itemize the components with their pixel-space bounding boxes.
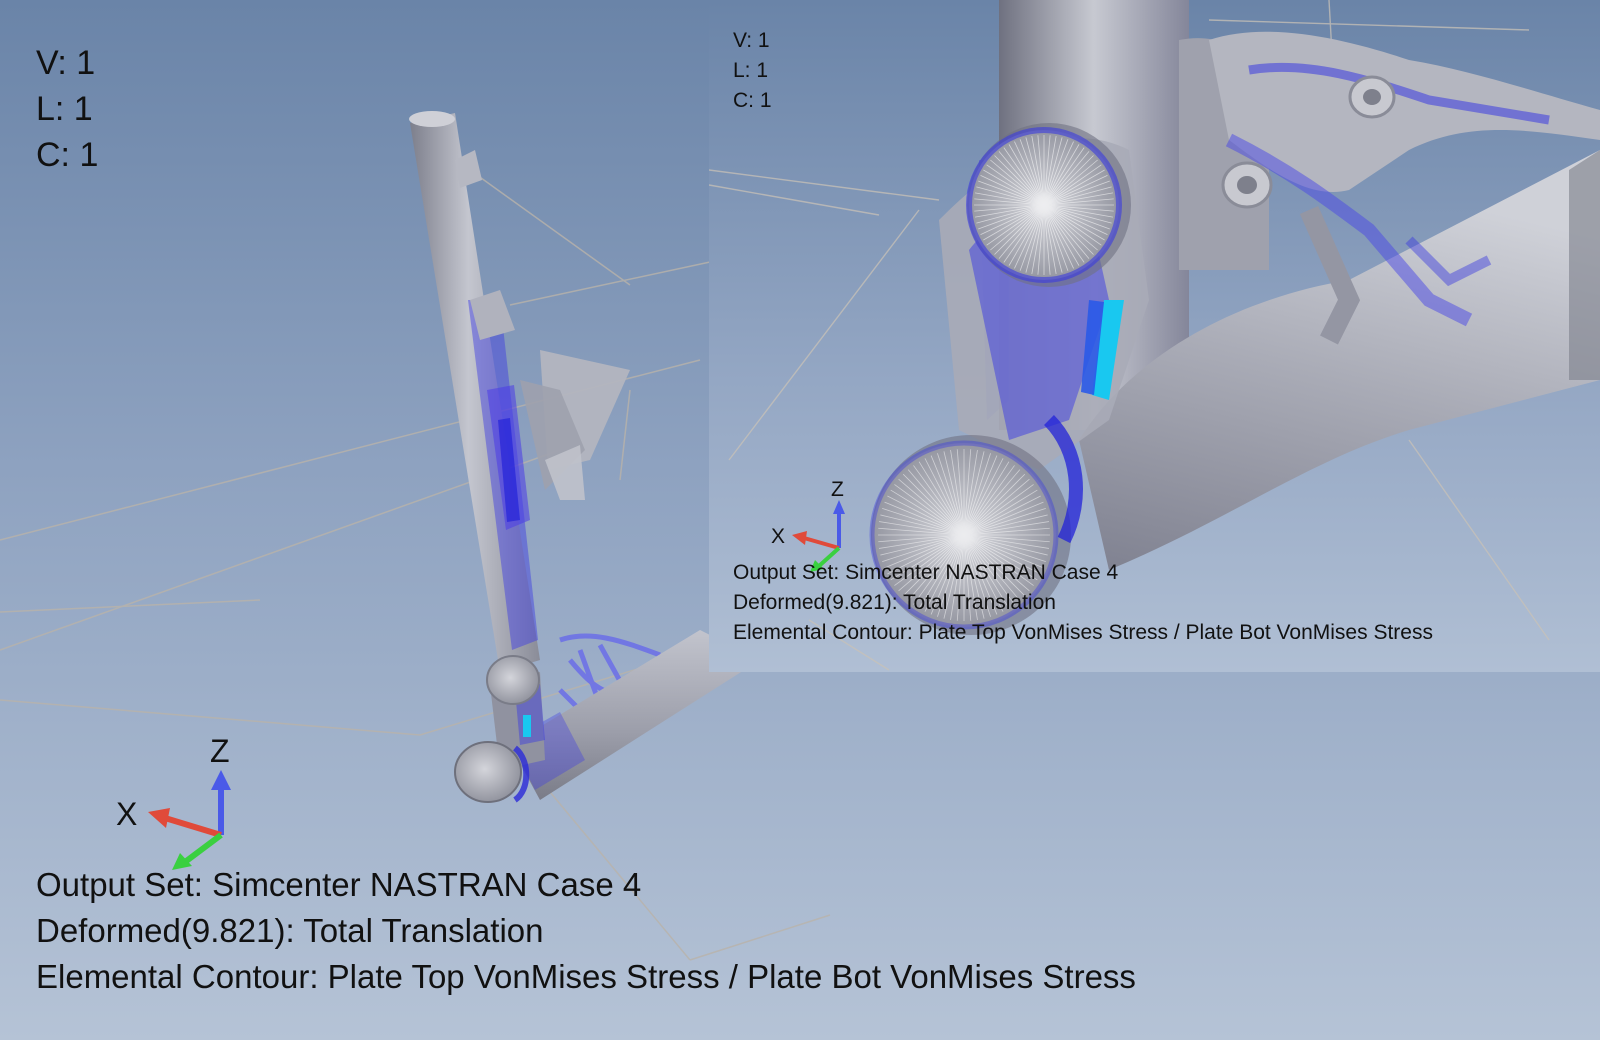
inset-deformed-label: Deformed(9.821): Total Translation: [733, 591, 1056, 614]
view-layer-csys-readout: V: 1 L: 1 C: 1: [36, 40, 98, 178]
inset-triad-z-label: Z: [831, 478, 844, 501]
triad-z-label: Z: [210, 733, 230, 769]
inset-view-number: V: 1: [733, 29, 770, 52]
inset-contour-label: Elemental Contour: Plate Top VonMises St…: [733, 621, 1433, 644]
post-info-block: Output Set: Simcenter NASTRAN Case 4 Def…: [36, 862, 1136, 1000]
coordinate-triad: Z X: [116, 733, 231, 870]
view-number: V: 1: [36, 44, 96, 82]
zoomed-detail-window[interactable]: Z X V: 1 L: 1 C: 1 Output Set: Simcenter…: [709, 0, 1600, 672]
csys-number: C: 1: [36, 136, 99, 174]
inset-layer-number: L: 1: [733, 59, 769, 82]
triad-x-label: X: [116, 796, 137, 832]
inset-upper-bearing: [966, 123, 1131, 287]
bottom-bracket-cap: [454, 741, 530, 803]
inset-triad-x-label: X: [771, 525, 785, 548]
layer-number: L: 1: [36, 90, 93, 128]
contour-label: Elemental Contour: Plate Top VonMises St…: [36, 958, 1136, 995]
deformed-label: Deformed(9.821): Total Translation: [36, 912, 544, 949]
inset-csys-number: C: 1: [733, 89, 772, 112]
output-set-label: Output Set: Simcenter NASTRAN Case 4: [36, 866, 642, 903]
upper-bearing-cap: [486, 655, 540, 705]
seat-tube[interactable]: [409, 111, 540, 672]
inset-view-layer-csys-readout: V: 1 L: 1 C: 1: [733, 26, 772, 116]
inset-post-info-block: Output Set: Simcenter NASTRAN Case 4 Def…: [733, 558, 1433, 648]
inset-output-set-label: Output Set: Simcenter NASTRAN Case 4: [733, 561, 1119, 584]
wireframe-guides: [0, 169, 831, 961]
